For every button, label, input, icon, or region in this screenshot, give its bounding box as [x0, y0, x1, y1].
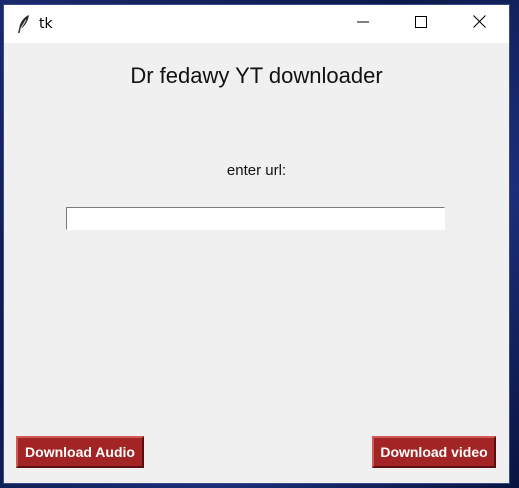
close-button[interactable] — [450, 5, 508, 43]
app-window: tk Dr fedawy YT downloader enter url: Do… — [4, 5, 509, 483]
download-video-button[interactable]: Download video — [372, 436, 496, 468]
title-bar[interactable]: tk — [4, 5, 509, 43]
minimize-button[interactable] — [334, 5, 392, 43]
window-title: tk — [39, 16, 53, 32]
minimize-icon — [357, 15, 369, 33]
close-icon — [472, 15, 486, 33]
page-title: Dr fedawy YT downloader — [130, 63, 383, 88]
maximize-button[interactable] — [392, 5, 450, 43]
download-audio-button[interactable]: Download Audio — [16, 436, 144, 468]
feather-icon — [16, 14, 32, 34]
url-input[interactable] — [66, 207, 445, 230]
maximize-icon — [415, 15, 427, 33]
url-label: enter url: — [226, 162, 287, 179]
